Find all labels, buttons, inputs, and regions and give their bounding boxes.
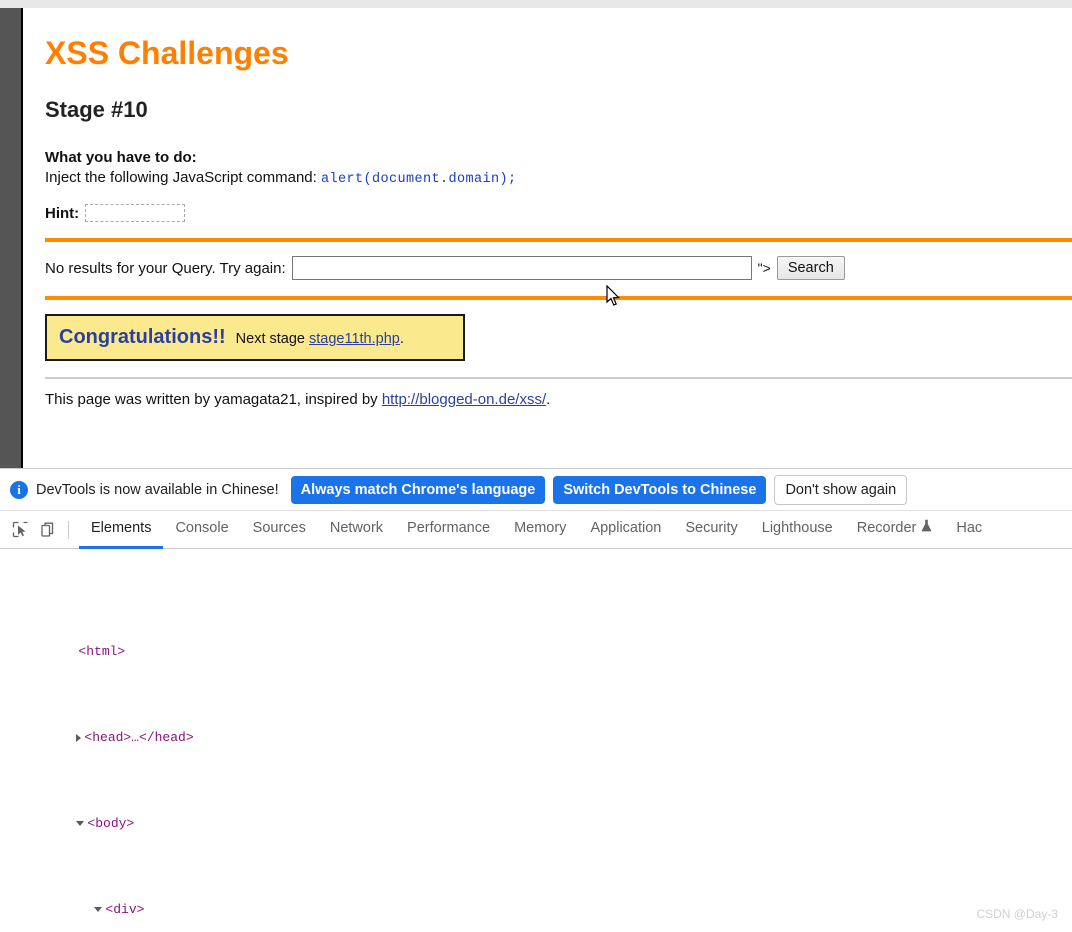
info-icon: i <box>10 480 28 499</box>
switch-to-chinese-button[interactable]: Switch DevTools to Chinese <box>553 475 767 504</box>
search-form: No results for your Query. Try again: ">… <box>45 256 1072 280</box>
tab-network[interactable]: Network <box>318 511 395 549</box>
dom-line-div[interactable]: <div> <box>0 878 1072 917</box>
dom-line-html[interactable]: <html> <box>0 620 1072 659</box>
congratulations-box: Congratulations!! Next stage stage11th.p… <box>45 314 465 361</box>
stage-heading: Stage #10 <box>45 97 148 122</box>
notice-text: DevTools is now available in Chinese! <box>36 481 279 498</box>
task-description: What you have to do: Inject the followin… <box>45 148 1072 190</box>
tab-elements[interactable]: Elements <box>79 511 164 549</box>
tab-memory[interactable]: Memory <box>502 511 578 549</box>
tab-hackability[interactable]: Hac <box>944 511 994 549</box>
always-match-language-button[interactable]: Always match Chrome's language <box>290 475 546 504</box>
dont-show-again-button[interactable]: Don't show again <box>774 474 908 505</box>
inspect-element-icon[interactable] <box>6 517 34 543</box>
devtools-language-notice: i DevTools is now available in Chinese! … <box>0 469 1072 511</box>
page-title: XSS Challenges <box>45 35 289 71</box>
tab-application-label: Application <box>590 519 662 536</box>
footer-prefix: This page was written by yamagata21, ins… <box>45 391 382 408</box>
tab-security-label: Security <box>685 519 738 536</box>
devtools-panel: i DevTools is now available in Chinese! … <box>0 468 1072 932</box>
footer-suffix: . <box>546 391 551 408</box>
dom-body-tag: <body> <box>87 816 135 831</box>
tab-console[interactable]: Console <box>163 511 240 549</box>
tab-performance-label: Performance <box>407 519 491 536</box>
hint-label: Hint: <box>45 204 80 222</box>
divider-orange-bottom <box>45 296 1072 300</box>
search-input[interactable] <box>291 256 752 280</box>
expand-triangle-icon[interactable] <box>76 733 82 742</box>
browser-top-strip <box>0 0 1072 8</box>
dom-div-tag: <div> <box>105 902 145 917</box>
tab-performance[interactable]: Performance <box>395 511 502 549</box>
mouse-cursor <box>606 285 620 306</box>
divider-gray <box>45 377 1072 379</box>
tab-lighthouse[interactable]: Lighthouse <box>750 511 845 549</box>
browser-left-gutter <box>0 8 21 468</box>
devtools-tabbar: Elements Console Sources Network Perform… <box>0 511 1072 549</box>
tab-lighthouse-label: Lighthouse <box>761 519 833 536</box>
collapse-triangle-icon[interactable] <box>76 821 85 827</box>
tab-recorder[interactable]: Recorder <box>845 510 945 549</box>
tab-elements-label: Elements <box>91 519 152 536</box>
tabbar-divider <box>68 520 69 539</box>
screenshot-root: XSS Challenges Stage #10 What you have t… <box>0 0 1072 932</box>
tab-recorder-label: Recorder <box>856 519 917 536</box>
web-page-viewport: XSS Challenges Stage #10 What you have t… <box>23 8 1072 466</box>
tab-hackability-label: Hac <box>956 519 983 536</box>
task-text: Inject the following JavaScript command: <box>45 169 321 186</box>
dom-line-body[interactable]: <body> <box>0 792 1072 831</box>
injected-suffix-text: "> <box>757 260 771 276</box>
dom-head-tag: <head>…</head> <box>84 730 194 745</box>
hint-value-span <box>85 204 186 222</box>
footer-link[interactable]: http://blogged-on.de/xss/ <box>382 391 546 408</box>
task-label: What you have to do: <box>45 149 197 166</box>
tab-security[interactable]: Security <box>673 511 749 549</box>
next-stage-text: Next stage stage11th.php. <box>236 331 404 347</box>
congratulations-title: Congratulations!! <box>59 326 226 348</box>
search-prompt: No results for your Query. Try again: <box>45 259 286 277</box>
device-toolbar-icon[interactable] <box>34 517 62 543</box>
flask-icon <box>921 519 932 536</box>
task-command: alert(document.domain); <box>320 172 517 187</box>
tab-console-label: Console <box>175 519 229 536</box>
page-footer: This page was written by yamagata21, ins… <box>45 391 1072 408</box>
search-button[interactable]: Search <box>776 256 845 280</box>
next-stage-link[interactable]: stage11th.php <box>309 331 400 347</box>
tab-sources[interactable]: Sources <box>241 511 318 549</box>
tab-network-label: Network <box>329 519 384 536</box>
collapse-triangle-icon[interactable] <box>94 907 103 913</box>
tab-sources-label: Sources <box>252 519 306 536</box>
dom-line-head[interactable]: <head>…</head> <box>0 706 1072 745</box>
next-stage-prefix: Next stage <box>235 331 309 347</box>
tab-memory-label: Memory <box>514 519 567 536</box>
hint-row: Hint: <box>45 204 1072 222</box>
divider-orange-top <box>45 238 1072 242</box>
dom-html-tag: <html> <box>78 644 126 659</box>
dom-tree: <html> <head>…</head> <body> <div> <h1>X… <box>0 549 1072 932</box>
next-stage-suffix: . <box>399 331 404 347</box>
tab-application[interactable]: Application <box>578 511 673 549</box>
